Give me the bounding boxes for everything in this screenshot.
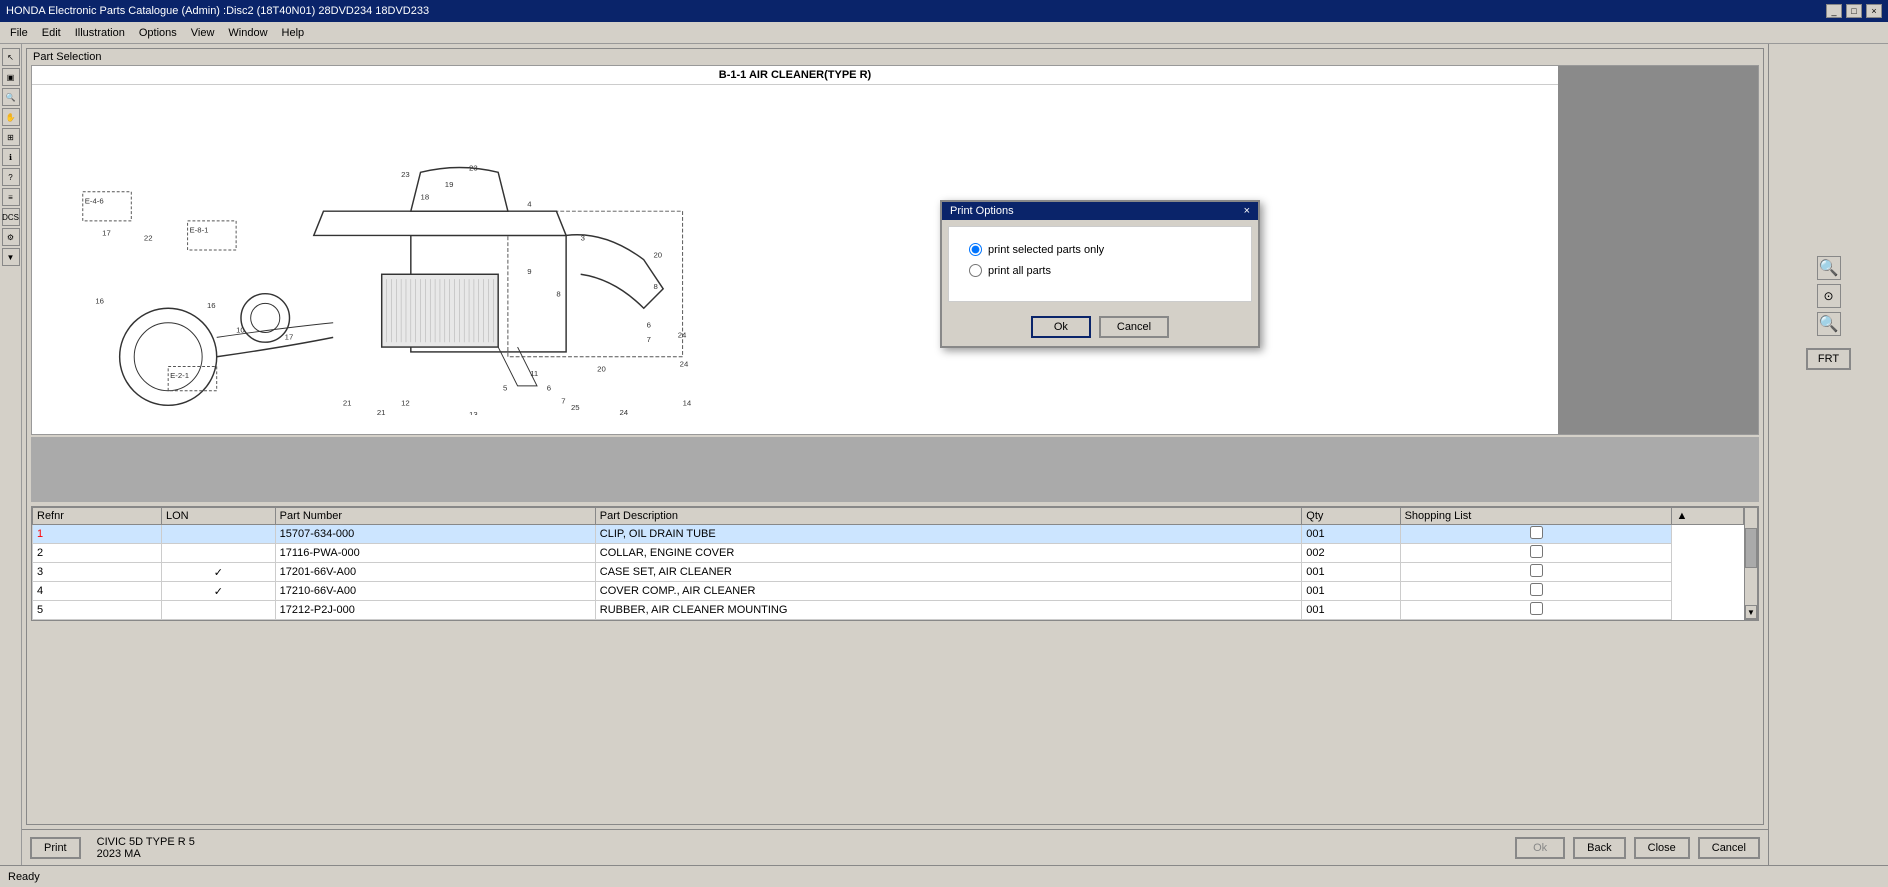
dialog-overlay: Print Options × print selected parts onl…	[0, 0, 1888, 887]
radio-option-selected: print selected parts only	[969, 243, 1231, 256]
print-dialog-body: print selected parts only print all part…	[948, 226, 1252, 302]
print-dialog-close-icon[interactable]: ×	[1244, 205, 1250, 217]
print-dialog: Print Options × print selected parts onl…	[940, 200, 1260, 348]
radio-all-input[interactable]	[969, 264, 982, 277]
dialog-cancel-button[interactable]: Cancel	[1099, 316, 1169, 338]
radio-selected-input[interactable]	[969, 243, 982, 256]
radio-option-all: print all parts	[969, 264, 1231, 277]
print-dialog-buttons: Ok Cancel	[942, 308, 1258, 346]
print-dialog-title-text: Print Options	[950, 205, 1014, 217]
print-dialog-title: Print Options ×	[942, 202, 1258, 220]
dialog-ok-button[interactable]: Ok	[1031, 316, 1091, 338]
radio-all-label[interactable]: print all parts	[988, 265, 1051, 277]
radio-selected-label[interactable]: print selected parts only	[988, 244, 1104, 256]
